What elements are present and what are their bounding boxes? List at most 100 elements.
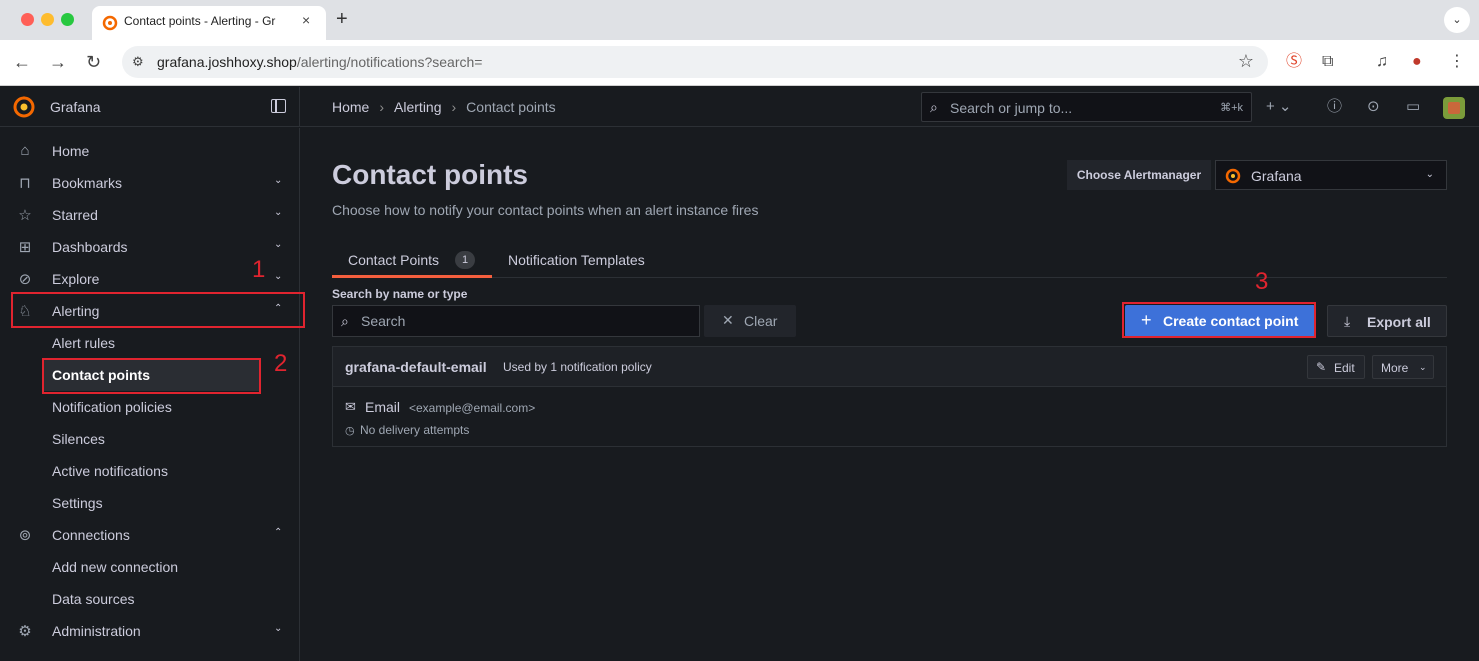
search-field[interactable]: ⌕ — [332, 305, 700, 337]
browser-menu-icon[interactable]: ⋮ — [1449, 52, 1465, 72]
contact-point-card: grafana-default-email Used by 1 notifica… — [332, 346, 1447, 447]
address-bar[interactable]: ⚙ grafana.joshhoxy.shop/alerting/notific… — [122, 46, 1268, 78]
browser-tab[interactable]: Contact points - Alerting - Gr × — [92, 6, 326, 40]
annotation-box-alerting — [11, 292, 305, 328]
annotation-box-contact-points — [42, 358, 261, 394]
sidebar-subitem-settings[interactable]: Settings — [0, 487, 300, 519]
more-button[interactable]: More ⌄ — [1372, 355, 1434, 379]
media-control-icon[interactable]: ♫ — [1376, 52, 1388, 72]
sidebar-subitem-silences[interactable]: Silences — [0, 423, 300, 455]
compass-icon: ⊘ — [18, 271, 32, 288]
search-input[interactable] — [361, 306, 695, 336]
envelope-icon: ✉ — [345, 399, 356, 414]
breadcrumb: Home › Alerting › Contact points — [332, 99, 556, 115]
global-search[interactable]: ⌕ Search or jump to... ⌘+k — [921, 92, 1252, 122]
sidebar-item-label: Home — [52, 143, 90, 159]
more-label: More — [1381, 361, 1409, 375]
alertmanager-select[interactable]: Grafana ⌄ — [1215, 160, 1447, 190]
site-settings-icon[interactable]: ⚙ — [132, 54, 144, 70]
bookmark-star-icon[interactable]: ☆ — [1238, 51, 1254, 72]
edit-label: Edit — [1334, 361, 1355, 375]
chevron-down-icon[interactable]: ⌄ — [274, 239, 282, 250]
sidebar-item-home[interactable]: ⌂ Home — [0, 135, 300, 167]
home-icon: ⌂ — [20, 142, 30, 159]
download-icon: ⤓ — [1344, 313, 1351, 329]
integration-type: Email — [365, 399, 401, 415]
user-avatar[interactable] — [1443, 97, 1465, 119]
bookmark-icon: ⊓ — [19, 175, 31, 192]
url-text[interactable]: grafana.joshhoxy.shop/alerting/notificat… — [157, 54, 482, 70]
page-subtitle: Choose how to notify your contact points… — [332, 202, 759, 218]
close-icon: ✕ — [722, 312, 734, 328]
clear-label: Clear — [744, 313, 778, 329]
reload-icon[interactable]: ↻ — [86, 52, 101, 72]
dock-menu-icon[interactable] — [271, 99, 286, 113]
window-minimize-button[interactable] — [41, 13, 54, 26]
divider — [299, 87, 300, 127]
grafana-logo-icon[interactable] — [12, 95, 36, 119]
extensions-puzzle-icon[interactable]: ⧉ — [1322, 52, 1333, 72]
sidebar-item-label: Dashboards — [52, 239, 128, 255]
kiosk-mode-icon[interactable]: ▭ — [1406, 97, 1420, 117]
tab-close-icon[interactable]: × — [302, 12, 310, 28]
chevron-down-icon[interactable]: ⌄ — [274, 175, 282, 186]
export-all-label: Export all — [1367, 314, 1431, 330]
alertmanager-value: Grafana — [1251, 168, 1302, 184]
grafana-favicon-icon — [102, 15, 118, 31]
annotation-number: 3 — [1255, 268, 1269, 295]
contact-point-usage[interactable]: Used by 1 notification policy — [503, 360, 652, 374]
breadcrumb-alerting[interactable]: Alerting — [394, 99, 441, 115]
sidebar-item-connections[interactable]: ⊚ Connections ⌃ — [0, 519, 300, 551]
connections-icon: ⊚ — [18, 527, 32, 544]
sidebar-subitem-label: Silences — [52, 431, 105, 447]
sidebar-item-bookmarks[interactable]: ⊓ Bookmarks ⌄ — [0, 167, 300, 199]
new-tab-button[interactable]: + — [336, 9, 348, 29]
breadcrumb-separator: › — [451, 99, 457, 115]
add-new-icon[interactable]: + ⌄ — [1266, 97, 1292, 117]
clear-button[interactable]: ✕ Clear — [704, 305, 796, 337]
chevron-down-icon[interactable]: ⌄ — [274, 623, 282, 634]
keyboard-shortcut: ⌘+k — [1220, 102, 1243, 114]
star-icon: ☆ — [18, 207, 32, 224]
search-label: Search by name or type — [332, 287, 468, 301]
breadcrumb-home[interactable]: Home — [332, 99, 369, 115]
sidebar-subitem-active-notifications[interactable]: Active notifications — [0, 455, 300, 487]
window-close-button[interactable] — [21, 13, 34, 26]
breadcrumb-separator: › — [379, 99, 385, 115]
news-rss-icon[interactable]: ⊙ — [1367, 97, 1380, 117]
breadcrumb-current: Contact points — [466, 99, 556, 115]
profile-icon[interactable]: ● — [1412, 52, 1422, 72]
sidebar-item-label: Explore — [52, 271, 100, 287]
search-icon: ⌕ — [930, 99, 938, 115]
sidebar-subitem-data-sources[interactable]: Data sources — [0, 583, 300, 615]
sidebar-subitem-label: Add new connection — [52, 559, 179, 575]
chevron-up-icon[interactable]: ⌃ — [274, 527, 282, 538]
sidebar-subitem-add-new-connection[interactable]: Add new connection — [0, 551, 300, 583]
sidebar-subitem-alert-rules[interactable]: Alert rules — [0, 327, 300, 359]
clock-icon: ◷ — [345, 425, 355, 437]
help-icon[interactable]: ⓘ — [1327, 97, 1342, 117]
search-icon: ⌕ — [341, 313, 349, 329]
extension-s-icon[interactable]: Ⓢ — [1286, 52, 1302, 72]
chevron-down-icon[interactable]: ⌄ — [274, 271, 282, 282]
chevron-down-icon[interactable]: ⌄ — [274, 207, 282, 218]
annotation-number: 1 — [252, 256, 266, 283]
tab-contact-points[interactable]: Contact Points 1 — [332, 242, 492, 278]
sidebar-subitem-label: Settings — [52, 495, 103, 511]
url-host: grafana.joshhoxy.shop — [157, 54, 297, 70]
global-search-placeholder: Search or jump to... — [950, 100, 1073, 116]
sidebar-item-administration[interactable]: ⚙ Administration ⌄ — [0, 615, 300, 647]
sidebar-subitem-notification-policies[interactable]: Notification policies — [0, 391, 300, 423]
grafana-top-bar: Grafana Home › Alerting › Contact points ⌕ S… — [0, 87, 1479, 127]
edit-button[interactable]: ✎ Edit — [1307, 355, 1365, 379]
tab-search-chevron-icon[interactable]: ⌄ — [1444, 7, 1470, 33]
export-all-button[interactable]: ⤓ Export all — [1327, 305, 1447, 337]
contact-point-header: grafana-default-email Used by 1 notifica… — [333, 347, 1446, 387]
window-maximize-button[interactable] — [61, 13, 74, 26]
forward-arrow-icon[interactable]: → — [49, 52, 67, 72]
back-arrow-icon[interactable]: ← — [13, 52, 31, 72]
sidebar-item-starred[interactable]: ☆ Starred ⌄ — [0, 199, 300, 231]
sidebar-item-label: Starred — [52, 207, 98, 223]
tab-label: Contact Points — [348, 252, 440, 268]
tab-notification-templates[interactable]: Notification Templates — [508, 252, 645, 268]
